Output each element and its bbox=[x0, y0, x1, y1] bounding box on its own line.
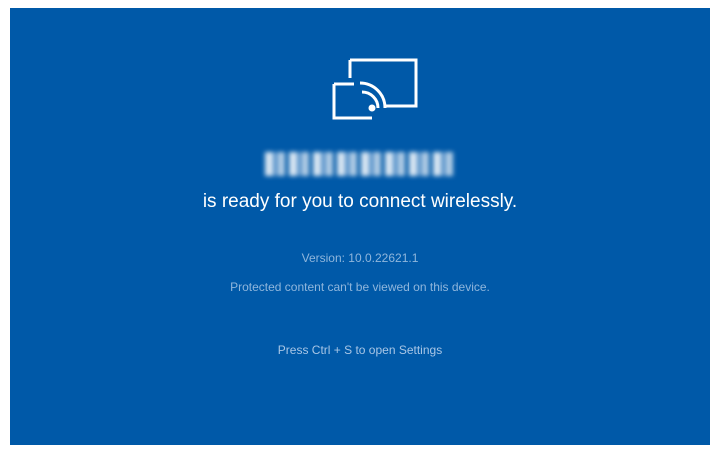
settings-shortcut-hint: Press Ctrl + S to open Settings bbox=[277, 343, 443, 357]
redacted-device-name bbox=[265, 152, 455, 176]
wireless-display-screen: is ready for you to connect wirelessly. … bbox=[10, 8, 710, 445]
ready-message: is ready for you to connect wirelessly. bbox=[202, 191, 518, 212]
protected-content-notice: Protected content can't be viewed on thi… bbox=[230, 280, 490, 294]
wireless-display-cast-icon bbox=[332, 58, 418, 120]
device-name bbox=[10, 152, 710, 181]
version-label: Version: 10.0.22621.1 bbox=[301, 251, 419, 265]
